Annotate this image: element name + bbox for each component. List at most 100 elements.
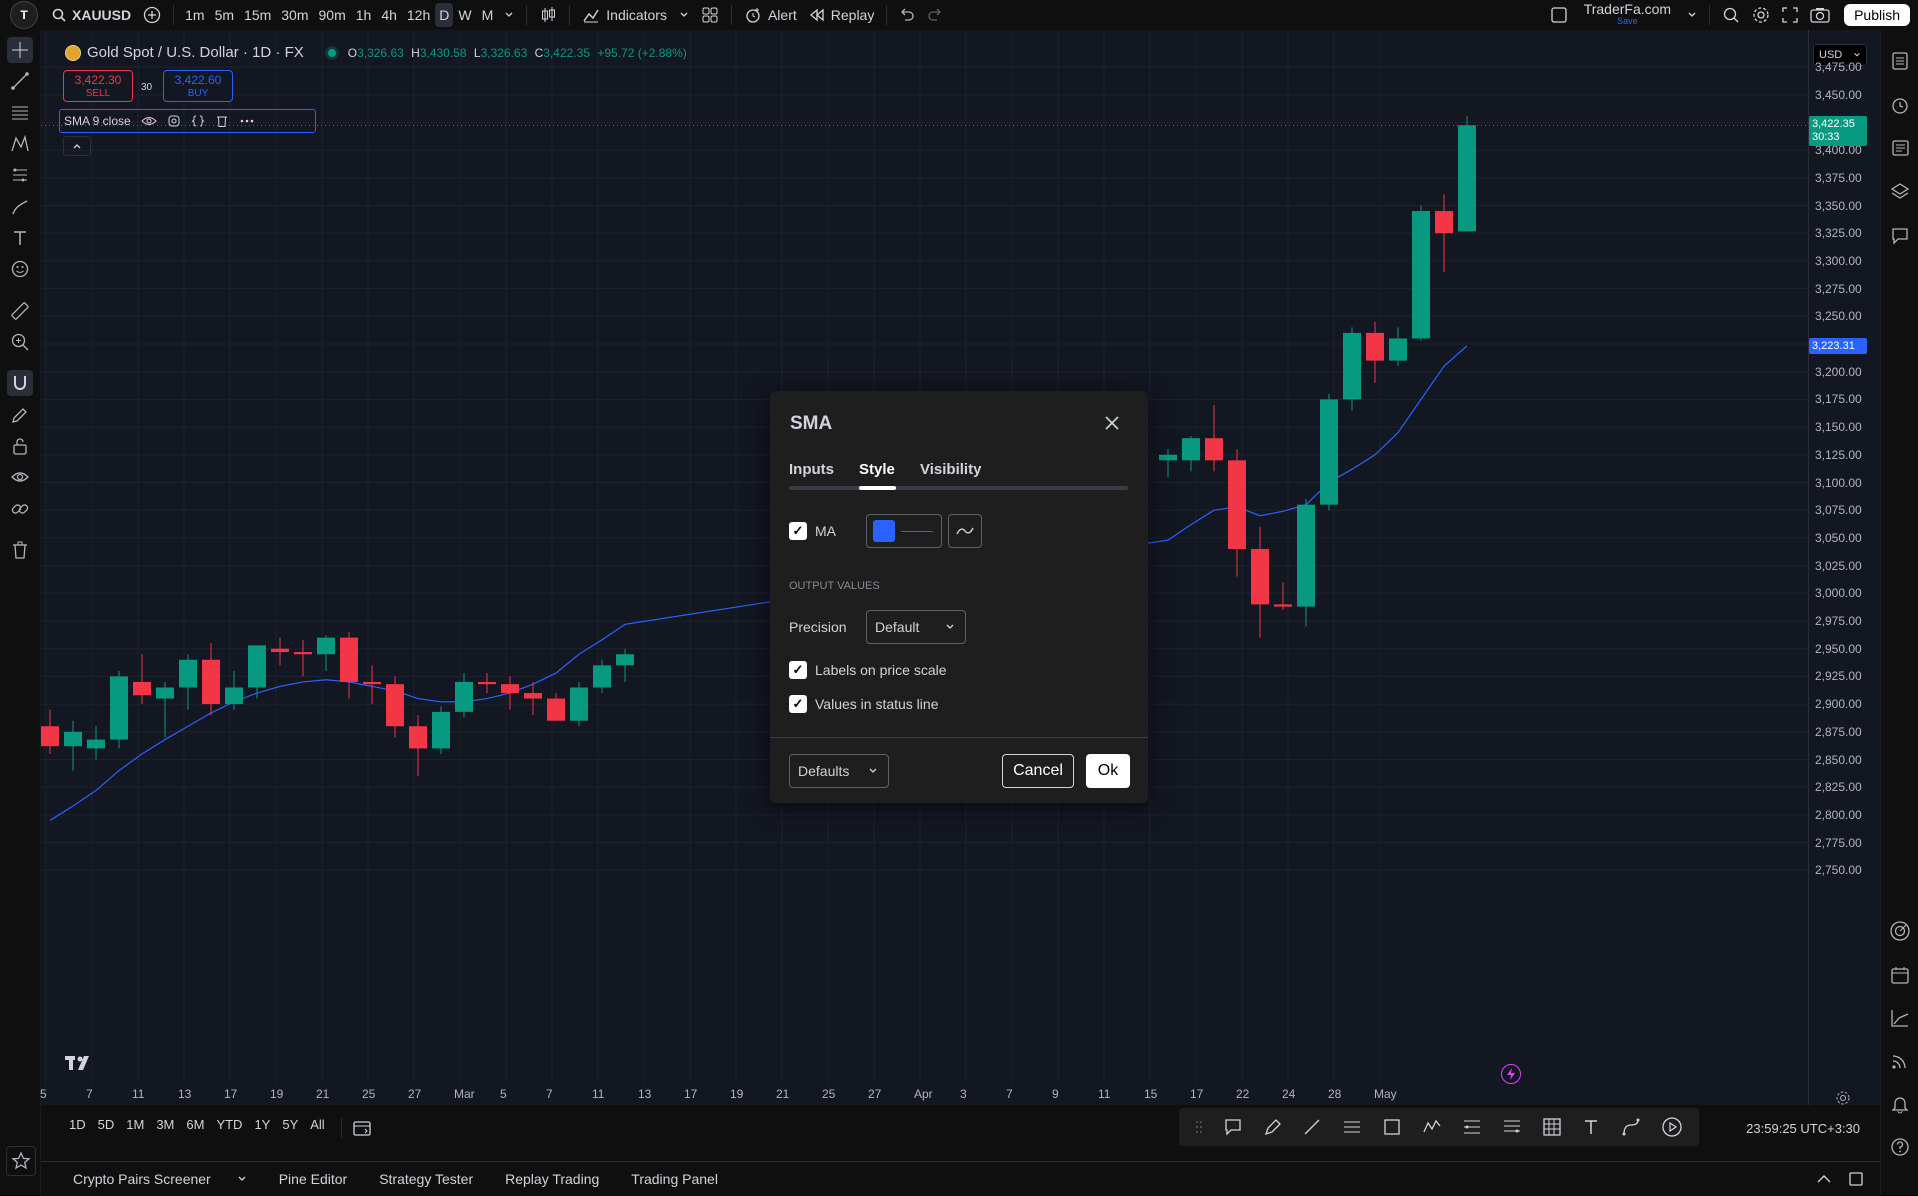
alert-button[interactable]: Alert [738,0,803,30]
chevron-down-icon[interactable] [237,1174,247,1184]
text-icon[interactable] [1581,1117,1601,1137]
zoom-tool[interactable] [7,329,33,355]
fib-retracement-icon[interactable] [1502,1117,1522,1137]
tab-inputs[interactable]: Inputs [789,461,834,478]
watchlist-button[interactable] [1887,48,1913,74]
lock-drawings-tool[interactable] [7,433,33,459]
layout-button[interactable] [1544,0,1574,30]
ruler-tool[interactable] [7,298,33,324]
interval-1m[interactable]: 1m [180,0,209,30]
emoji-tool[interactable] [7,256,33,282]
stay-drawing-tool[interactable] [7,402,33,428]
path-icon[interactable] [1621,1117,1641,1137]
remove-drawings-tool[interactable] [7,537,33,563]
undo-button[interactable] [893,0,921,30]
streams-button[interactable] [1887,1048,1913,1074]
cancel-button[interactable]: Cancel [1002,754,1074,788]
notifications-button[interactable] [1887,1091,1913,1117]
magnet-tool[interactable] [7,370,33,396]
brand-dropdown[interactable] [1681,0,1703,30]
data-window-button[interactable] [1887,135,1913,161]
plot-type-button[interactable] [948,514,982,548]
trash-icon[interactable] [215,114,229,128]
interval-15m[interactable]: 15m [239,0,276,30]
symbol-search[interactable]: XAUUSD [46,0,137,30]
publish-button[interactable]: Publish [1844,4,1910,26]
target-button[interactable] [1887,918,1913,944]
eye-icon[interactable] [140,114,157,128]
interval-5m[interactable]: 5m [210,0,239,30]
precision-select[interactable]: Default [866,610,966,644]
go-to-date-button[interactable] [341,1117,372,1139]
defaults-dropdown[interactable]: Defaults [789,754,889,788]
range-5y[interactable]: 5Y [282,1117,298,1132]
brand-save-button[interactable]: TraderFa.com Save [1574,0,1681,30]
tab-trading-panel[interactable]: Trading Panel [631,1171,718,1187]
tab-strategy-tester[interactable]: Strategy Tester [379,1171,473,1187]
ok-button[interactable]: Ok [1086,754,1130,788]
settings-icon[interactable] [167,114,181,128]
tab-replay-trading[interactable]: Replay Trading [505,1171,599,1187]
chart-type-button[interactable] [533,0,563,30]
values-in-status-checkbox[interactable]: ✓ [789,695,807,713]
crosshair-tool[interactable] [7,37,33,63]
object-tree-button[interactable] [1887,179,1913,205]
interval-d[interactable]: D [435,3,454,27]
prediction-tool[interactable] [7,162,33,188]
compare-button[interactable] [137,0,167,30]
range-1d[interactable]: 1D [69,1117,86,1132]
range-ytd[interactable]: YTD [216,1117,242,1132]
chevron-up-icon[interactable] [1816,1173,1832,1185]
interval-m[interactable]: M [477,0,499,30]
play-circle-icon[interactable] [1661,1116,1683,1138]
callout-icon[interactable] [1223,1117,1243,1137]
wave-pattern-icon[interactable] [1422,1117,1442,1137]
link-tool[interactable] [7,496,33,522]
brush-tool[interactable] [7,194,33,220]
settings-button[interactable] [1746,0,1776,30]
calendar-button[interactable] [1887,962,1913,988]
interval-w[interactable]: W [453,0,476,30]
drag-handle-icon[interactable] [1195,1119,1203,1135]
tab-crypto-pairs-screener[interactable]: Crypto Pairs Screener [57,1171,247,1187]
redo-button[interactable] [921,0,949,30]
time-axis[interactable]: 5 7 11 13 17 19 21 25 27 Mar 5 7 11 13 17 19 21 25 27 Apr 3 7… [40,1083,1808,1105]
range-1m[interactable]: 1M [126,1117,144,1132]
ideas-button[interactable] [1887,1005,1913,1031]
range-1y[interactable]: 1Y [254,1117,270,1132]
collapse-legend-button[interactable] [63,136,91,156]
pen-icon[interactable] [1263,1117,1283,1137]
hide-drawings-tool[interactable] [7,464,33,490]
app-logo[interactable]: T [10,1,38,29]
interval-12h[interactable]: 12h [402,0,435,30]
fib-tool[interactable] [7,100,33,126]
alerts-panel-button[interactable] [1887,92,1913,118]
templates-button[interactable] [695,0,725,30]
price-scale[interactable]: USD 3,475.003,450.003,425.003,400.003,37… [1808,30,1881,1105]
interval-4h[interactable]: 4h [376,0,402,30]
maximize-panel-icon[interactable] [1848,1171,1864,1187]
interval-30m[interactable]: 30m [276,0,313,30]
quick-search-button[interactable] [1716,0,1746,30]
symbol-title[interactable]: Gold Spot / U.S. Dollar · 1D · FX [87,44,304,61]
range-all[interactable]: All [310,1117,324,1132]
close-button[interactable] [1102,413,1122,436]
interval-90m[interactable]: 90m [314,0,351,30]
trend-line-tool[interactable] [7,68,33,94]
pattern-tool[interactable] [7,131,33,157]
more-icon[interactable] [239,114,255,128]
tab-visibility[interactable]: Visibility [920,461,981,478]
fullscreen-button[interactable] [1776,0,1804,30]
tab-pine-editor[interactable]: Pine Editor [279,1171,347,1187]
interval-1h[interactable]: 1h [351,0,377,30]
event-marker[interactable] [1501,1064,1521,1084]
tab-style[interactable]: Style [859,461,895,478]
table-icon[interactable] [1542,1117,1562,1137]
ma-checkbox[interactable]: ✓ [789,522,807,540]
snapshot-button[interactable] [1804,0,1836,30]
range-3m[interactable]: 3M [156,1117,174,1132]
replay-button[interactable]: Replay [803,0,881,30]
indicators-button[interactable]: Indicators [576,0,673,30]
buy-button[interactable]: 3,422.60 BUY [163,70,233,102]
horizontal-lines-icon[interactable] [1342,1117,1362,1137]
